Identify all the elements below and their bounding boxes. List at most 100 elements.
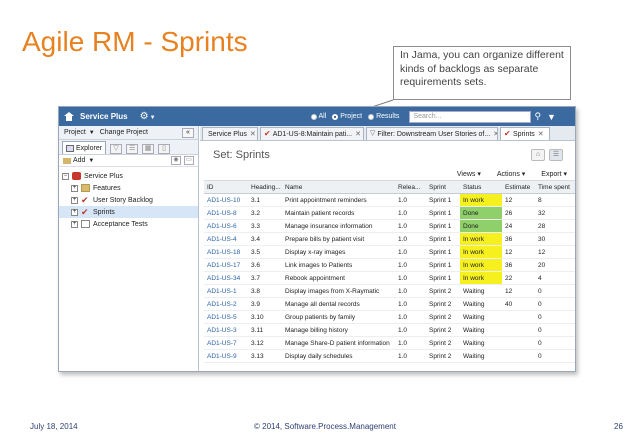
change-project-link[interactable]: Change Project	[100, 129, 148, 136]
table-row[interactable]: AD1-US-9 3.13 Display daily schedules 1.0 Sp…	[204, 349, 575, 363]
item-id-link[interactable]: AD1-US-10	[204, 193, 248, 207]
table-row[interactable]: AD1-US-8 3.2 Maintain patient records 1.0 Sp…	[204, 206, 575, 220]
collapse-icon[interactable]: −	[62, 172, 69, 180]
expand-icon[interactable]: +	[71, 196, 78, 204]
radio-all[interactable]: All	[310, 113, 326, 120]
tab-filter[interactable]: ▽Filter: Downstream User Stories of...✕	[366, 127, 498, 140]
item-id-link[interactable]: AD1-US-7	[204, 336, 248, 350]
table-cell: 12	[502, 284, 535, 298]
footer-date: July 18, 2014	[30, 422, 78, 431]
close-icon[interactable]: ✕	[538, 130, 544, 138]
left-toolbar: Add ▼ ◉ ▭	[59, 154, 198, 167]
table-cell: 0	[535, 323, 575, 337]
item-id-link[interactable]: AD1-US-34	[204, 271, 248, 285]
table-row[interactable]: AD1-US-2 3.9 Manage all dental records 1.0 S…	[204, 297, 575, 311]
tree-item-label: Sprints	[93, 208, 115, 216]
collapse-panel-button[interactable]: «	[182, 127, 194, 138]
table-cell: 22	[502, 271, 535, 285]
table-cell: 24	[502, 219, 535, 233]
table-cell: 12	[502, 245, 535, 259]
settings-icon[interactable]: ◉	[171, 156, 181, 165]
table-row[interactable]: AD1-US-1 3.8 Display images from X-Raymati…	[204, 284, 575, 298]
footer-page-number: 26	[614, 422, 623, 431]
item-id-link[interactable]: AD1-US-8	[204, 206, 248, 220]
list-tab-icon[interactable]: ☰	[126, 144, 139, 154]
table-row[interactable]: AD1-US-6 3.3 Manage insurance information 1…	[204, 219, 575, 233]
radio-results[interactable]: Results	[368, 113, 399, 120]
tab-sprints[interactable]: ✔ Sprints ✕	[500, 127, 550, 140]
home-view-icon[interactable]: ⌂	[531, 148, 545, 161]
column-header[interactable]: Heading...	[248, 180, 282, 194]
column-header[interactable]: Status	[460, 180, 502, 194]
item-id-link[interactable]: AD1-US-18	[204, 245, 248, 259]
search-input[interactable]: Search...	[409, 110, 532, 123]
home-icon[interactable]	[64, 112, 74, 121]
actions-menu[interactable]: Actions ▾	[489, 170, 525, 178]
tab-ad1-us-8[interactable]: ✔ AD1-US-8:Maintain pati... ✕	[260, 127, 364, 140]
tree-item-features[interactable]: + Features	[59, 182, 198, 194]
panel-icon[interactable]: ▭	[184, 156, 194, 165]
grid-tab-icon[interactable]: ▦	[142, 144, 155, 154]
export-menu[interactable]: Export ▾	[533, 170, 567, 178]
table-cell: 1.0	[395, 310, 426, 324]
expand-icon[interactable]: +	[71, 184, 78, 192]
table-row[interactable]: AD1-US-34 3.7 Rebook appointment 1.0 Sprint …	[204, 271, 575, 285]
tree-item-label: User Story Backlog	[93, 196, 153, 204]
table-row[interactable]: AD1-US-10 3.1 Print appointment reminders 1…	[204, 193, 575, 207]
list-view-icon[interactable]: ☰	[549, 148, 563, 161]
close-icon[interactable]: ✕	[493, 130, 497, 138]
search-icon[interactable]: ⚲	[534, 111, 541, 122]
add-button[interactable]: Add ▼	[63, 157, 94, 164]
tab-explorer[interactable]: Explorer	[62, 141, 107, 154]
close-icon[interactable]: ✕	[355, 130, 361, 138]
table-cell: Sprint 1	[426, 193, 460, 207]
doc-tab-icon[interactable]: ▯	[158, 144, 171, 154]
column-header[interactable]: Name	[282, 180, 395, 194]
table-header-row: ID Heading... Name Relea... Sprint Status Esti…	[204, 180, 575, 194]
folder-icon	[63, 157, 71, 164]
column-header[interactable]: Sprint	[426, 180, 460, 194]
item-id-link[interactable]: AD1-US-3	[204, 323, 248, 337]
column-header[interactable]: Relea...	[395, 180, 426, 194]
table-row[interactable]: AD1-US-7 3.12 Manage Share-D patient infor…	[204, 336, 575, 350]
table-cell: Rebook appointment	[282, 271, 395, 285]
table-row[interactable]: AD1-US-5 3.10 Group patients by family 1.0 S…	[204, 310, 575, 324]
column-header[interactable]: Time spent	[535, 180, 575, 194]
left-tabs: Explorer ▽ ☰ ▦ ▯	[59, 140, 198, 154]
tree-item-service-plus[interactable]: − Service Plus	[59, 170, 198, 182]
close-icon[interactable]: ✕	[250, 130, 256, 138]
table-row[interactable]: AD1-US-4 3.4 Prepare bills by patient visi…	[204, 232, 575, 246]
table-cell: 12	[502, 193, 535, 207]
gear-icon[interactable]: ⚙▼	[140, 111, 156, 122]
project-menu[interactable]: Project ▼	[64, 129, 95, 136]
item-id-link[interactable]: AD1-US-9	[204, 349, 248, 363]
table-row[interactable]: AD1-US-3 3.11 Manage billing history 1.0 Spr…	[204, 323, 575, 337]
item-id-link[interactable]: AD1-US-17	[204, 258, 248, 272]
funnel-icon[interactable]: ▼	[547, 112, 556, 122]
tree-item-acceptance-tests[interactable]: + Acceptance Tests	[59, 218, 198, 230]
tree-item-label: Service Plus	[84, 172, 123, 180]
radio-project[interactable]: Project	[332, 113, 362, 120]
checkmark-icon: ✔	[81, 195, 89, 205]
table-cell: 1.0	[395, 271, 426, 285]
column-header[interactable]: ID	[204, 180, 248, 194]
expand-icon[interactable]: +	[71, 208, 78, 216]
table-cell: Sprint 2	[426, 349, 460, 363]
item-id-link[interactable]: AD1-US-4	[204, 232, 248, 246]
item-id-link[interactable]: AD1-US-5	[204, 310, 248, 324]
column-header[interactable]: Estimate	[502, 180, 535, 194]
tree-item-user-story-backlog[interactable]: + ✔ User Story Backlog	[59, 194, 198, 206]
expand-icon[interactable]: +	[71, 220, 78, 228]
table-row[interactable]: AD1-US-18 3.5 Display x-ray images 1.0 Sprin…	[204, 245, 575, 259]
table-cell: Sprint 2	[426, 323, 460, 337]
filter-tab-icon[interactable]: ▽	[110, 144, 123, 154]
item-id-link[interactable]: AD1-US-2	[204, 297, 248, 311]
tree-item-sprints[interactable]: + ✔ Sprints	[59, 206, 198, 218]
table-cell	[502, 310, 535, 324]
item-id-link[interactable]: AD1-US-6	[204, 219, 248, 233]
tab-service-plus[interactable]: Service Plus ✕	[202, 127, 258, 140]
item-id-link[interactable]: AD1-US-1	[204, 284, 248, 298]
status-badge: In work	[460, 245, 502, 259]
table-row[interactable]: AD1-US-17 3.6 Link images to Patients 1.0 Sp…	[204, 258, 575, 272]
views-menu[interactable]: Views ▾	[449, 170, 481, 178]
